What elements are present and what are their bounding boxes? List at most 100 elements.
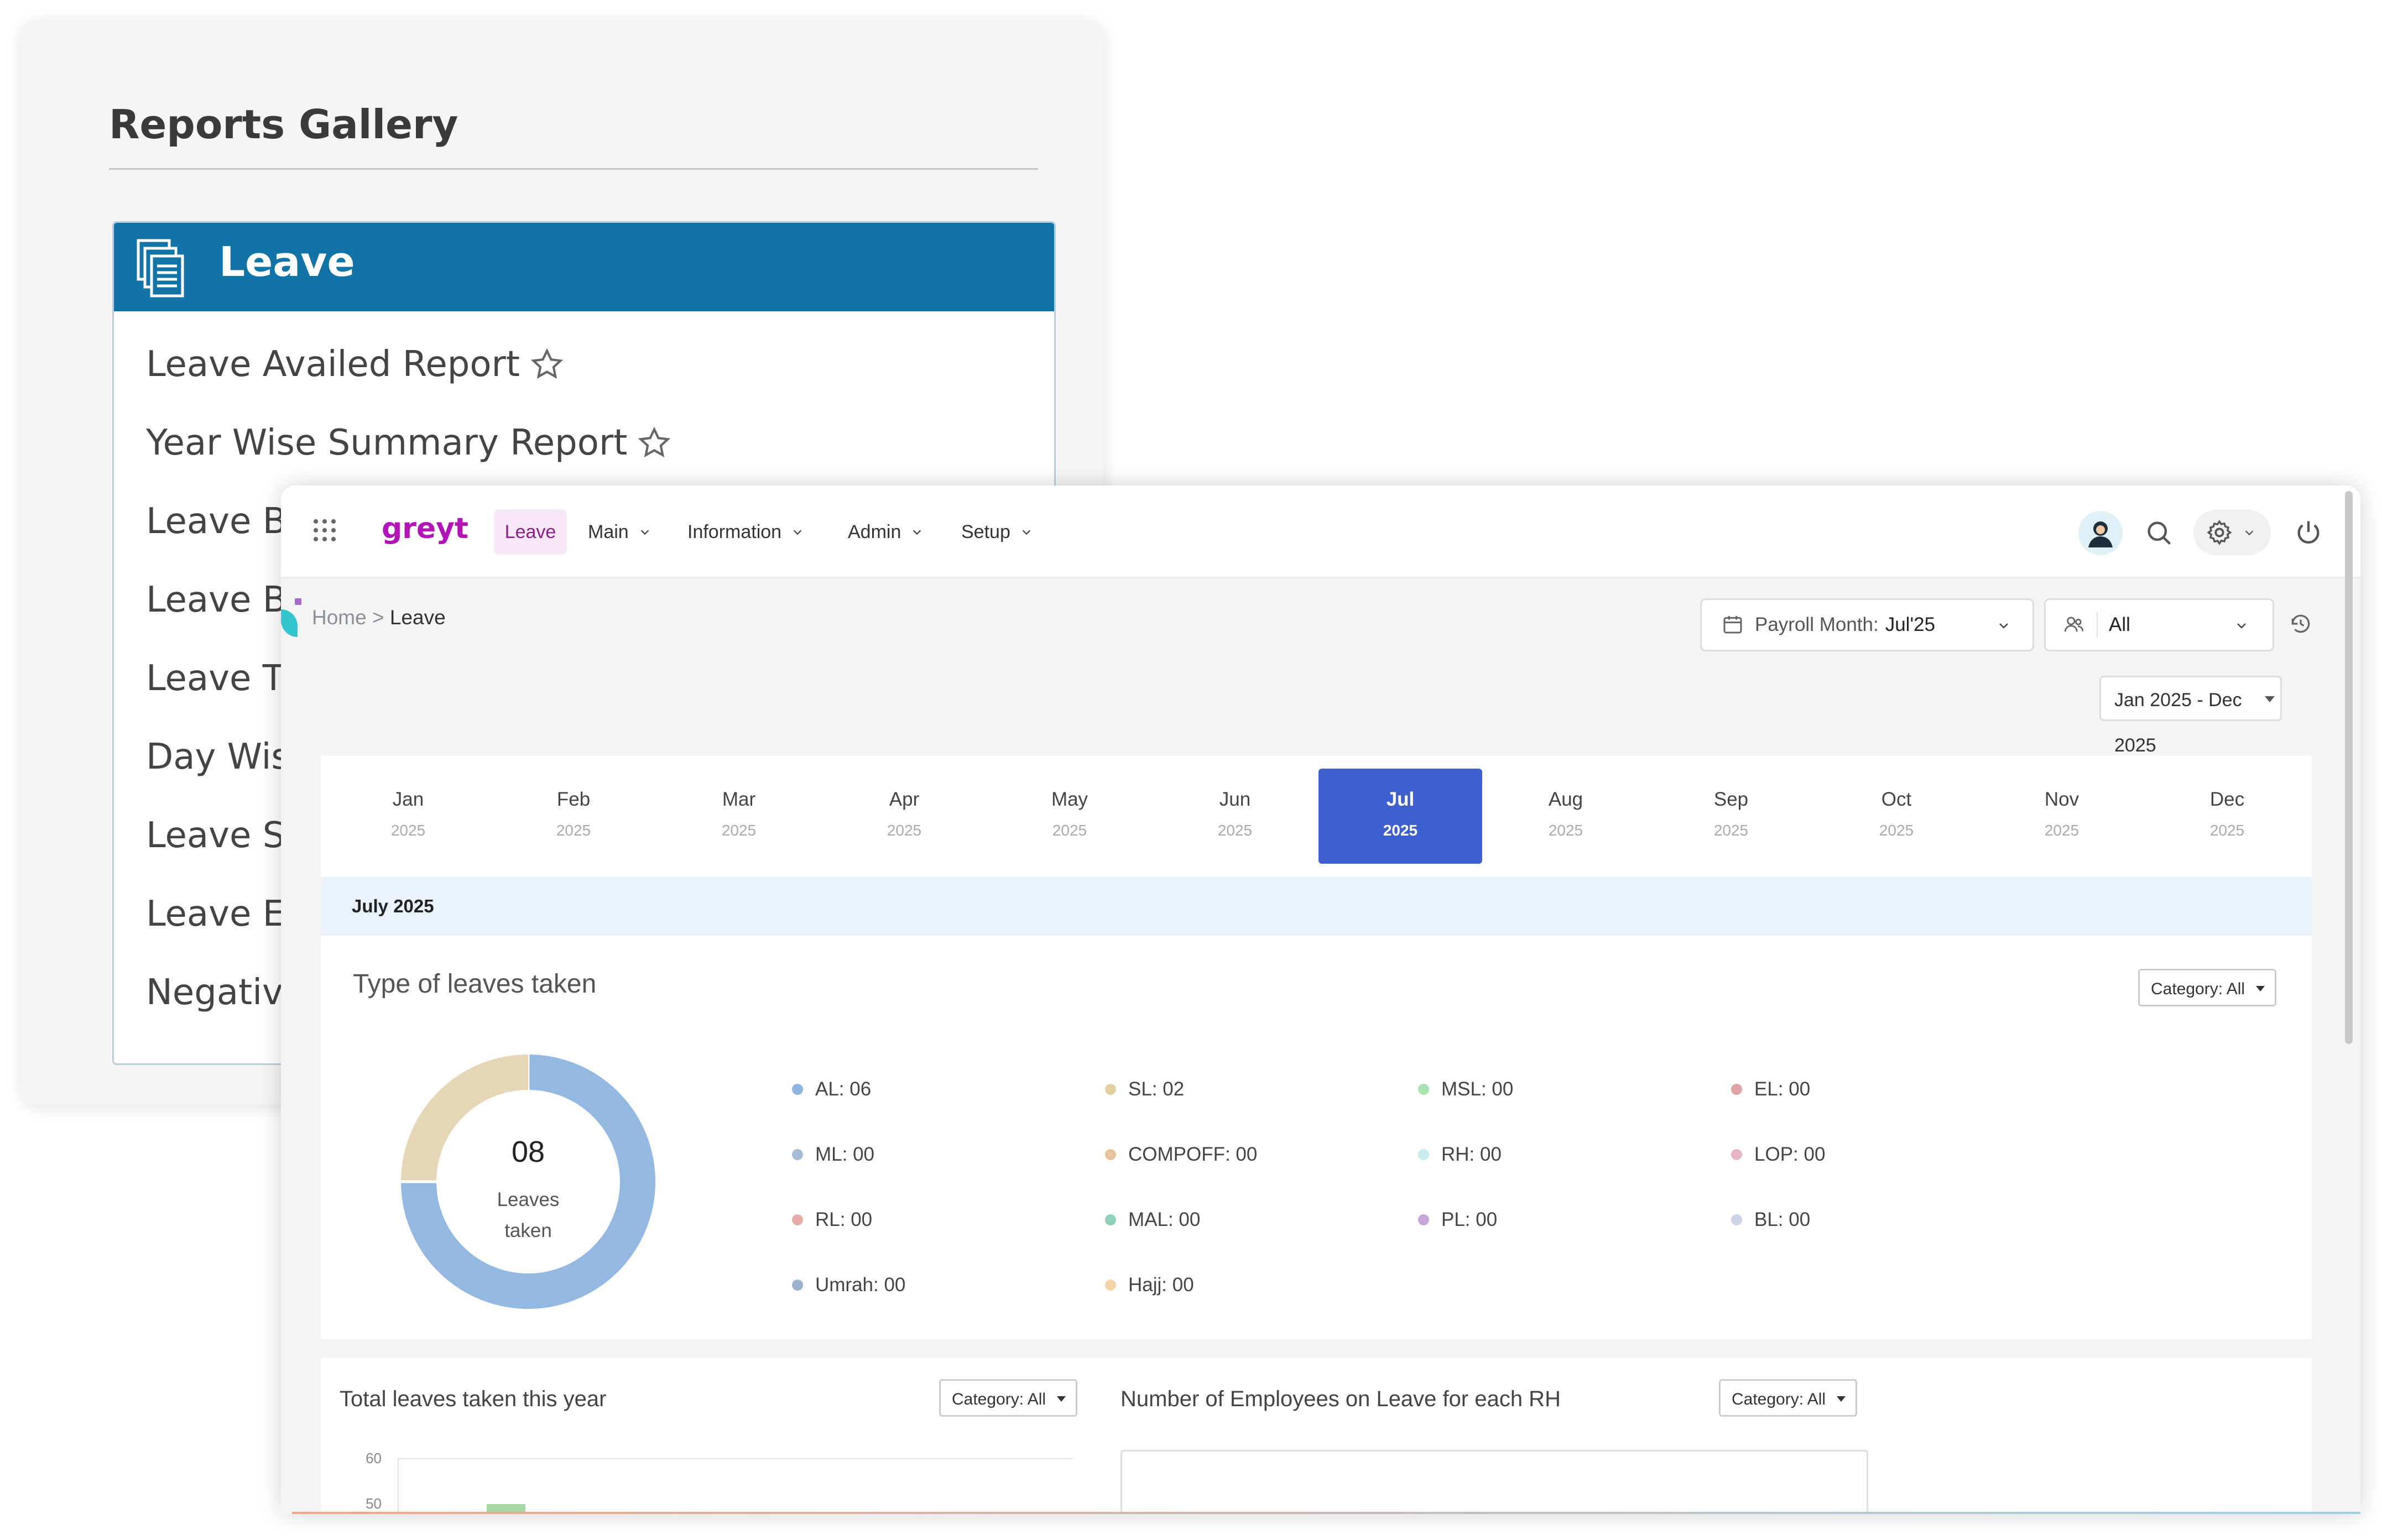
payroll-month-label: Payroll Month: xyxy=(1755,614,1879,635)
greyt-logo[interactable]: greyt xyxy=(382,512,468,545)
vertical-scrollbar[interactable] xyxy=(2345,491,2353,1044)
month-name[interactable]: Jan xyxy=(326,789,490,811)
month-name[interactable]: Dec xyxy=(2145,789,2309,811)
leaves-donut-chart xyxy=(401,1054,655,1309)
decorative-leaf xyxy=(281,609,298,637)
nav-admin-label[interactable]: Admin xyxy=(848,509,901,555)
legend-dot xyxy=(1418,1214,1429,1225)
month-year[interactable]: 2025 xyxy=(1318,822,1482,839)
payroll-month-text: Payroll Month: Jul'25 xyxy=(1755,600,1935,650)
apps-grid-icon[interactable] xyxy=(313,519,336,542)
month-name[interactable]: Sep xyxy=(1649,789,1813,811)
legend-item-bl: BL: 00 xyxy=(1731,1209,1810,1231)
legend-label: RH: 00 xyxy=(1441,1144,1502,1165)
month-tab-may[interactable]: May 2025 xyxy=(988,769,1151,864)
history-icon[interactable] xyxy=(2289,612,2313,636)
caret-down-icon xyxy=(2265,696,2275,702)
month-name[interactable]: Oct xyxy=(1815,789,1978,811)
report-item-label[interactable]: Leave Availed Report xyxy=(146,325,520,404)
star-icon[interactable] xyxy=(637,426,671,460)
breadcrumb-separator: > xyxy=(372,606,384,629)
nav-information-label[interactable]: Information xyxy=(687,509,781,555)
month-year[interactable]: 2025 xyxy=(822,822,986,839)
report-item[interactable]: Leave Availed Report xyxy=(146,325,680,404)
month-year[interactable]: 2025 xyxy=(2145,822,2309,839)
avatar[interactable] xyxy=(2078,511,2123,555)
legend-item-compoff: COMPOFF: 00 xyxy=(1105,1144,1257,1166)
month-name[interactable]: Jul xyxy=(1318,789,1482,811)
month-tab-aug[interactable]: Aug 2025 xyxy=(1484,769,1648,864)
documents-icon xyxy=(137,239,184,297)
legend-item-sl: SL: 02 xyxy=(1105,1078,1184,1100)
month-year[interactable]: 2025 xyxy=(492,822,655,839)
report-item-label[interactable]: Year Wise Summary Report xyxy=(146,404,627,482)
month-tab-apr[interactable]: Apr 2025 xyxy=(822,769,986,864)
legend-item-pl: PL: 00 xyxy=(1418,1209,1497,1231)
settings-menu-button[interactable] xyxy=(2193,510,2271,555)
nav-leave-tab[interactable]: Leave xyxy=(494,509,567,555)
legend-label: BL: 00 xyxy=(1754,1209,1811,1230)
legend-dot xyxy=(1418,1084,1429,1095)
nav-main-menu[interactable]: Main xyxy=(588,509,651,555)
legend-item-el: EL: 00 xyxy=(1731,1078,1810,1100)
nav-setup-label[interactable]: Setup xyxy=(961,509,1010,555)
legend-label: PL: 00 xyxy=(1441,1209,1498,1230)
month-name[interactable]: Feb xyxy=(492,789,655,811)
nav-information-menu[interactable]: Information xyxy=(687,509,804,555)
search-icon[interactable] xyxy=(2145,519,2173,547)
month-name[interactable]: Nov xyxy=(1980,789,2144,811)
month-year[interactable]: 2025 xyxy=(1649,822,1813,839)
chevron-down-icon xyxy=(793,530,802,535)
month-name[interactable]: Jun xyxy=(1153,789,1317,811)
nav-setup-menu[interactable]: Setup xyxy=(961,509,1033,555)
month-year[interactable]: 2025 xyxy=(657,822,821,839)
legend-label: COMPOFF: 00 xyxy=(1128,1144,1258,1165)
nav-main-label[interactable]: Main xyxy=(588,509,629,555)
user-avatar-icon xyxy=(2088,521,2113,547)
power-icon[interactable] xyxy=(2294,518,2323,546)
employee-filter-value: All xyxy=(2109,614,2130,635)
month-year[interactable]: 2025 xyxy=(1980,822,2144,839)
legend-dot xyxy=(792,1214,803,1225)
month-name[interactable]: May xyxy=(988,789,1151,811)
rh-chart-area xyxy=(1120,1450,1868,1514)
month-tab-oct[interactable]: Oct 2025 xyxy=(1815,769,1978,864)
month-year[interactable]: 2025 xyxy=(988,822,1151,839)
star-icon[interactable] xyxy=(530,347,564,382)
legend-dot xyxy=(1418,1149,1429,1160)
month-year[interactable]: 2025 xyxy=(1815,822,1978,839)
date-range-select[interactable]: Jan 2025 - Dec 2025 xyxy=(2099,676,2282,756)
report-item[interactable]: Year Wise Summary Report xyxy=(146,404,680,482)
month-tab-jun[interactable]: Jun 2025 xyxy=(1153,769,1317,864)
rh-employees-title: Number of Employees on Leave for each RH xyxy=(1120,1387,1561,1411)
category-filter-button[interactable]: Category: All xyxy=(2138,969,2277,1006)
month-tab-sep[interactable]: Sep 2025 xyxy=(1649,769,1813,864)
nav-admin-menu[interactable]: Admin xyxy=(848,509,923,555)
calendar-icon xyxy=(1723,616,1742,634)
month-name[interactable]: Apr xyxy=(822,789,986,811)
month-year[interactable]: 2025 xyxy=(326,822,490,839)
month-name[interactable]: Aug xyxy=(1484,789,1648,811)
month-tab-jan[interactable]: Jan 2025 xyxy=(326,769,490,864)
month-tab-jul[interactable]: Jul 2025 xyxy=(1318,769,1482,864)
employee-filter-select[interactable]: All xyxy=(2044,598,2274,651)
type-of-leaves-card: Type of leaves taken Category: All 08 Le… xyxy=(321,936,2312,1339)
month-tab-dec[interactable]: Dec 2025 xyxy=(2145,769,2309,864)
legend-dot xyxy=(792,1280,803,1291)
month-name[interactable]: Mar xyxy=(657,789,821,811)
month-tab-nov[interactable]: Nov 2025 xyxy=(1980,769,2144,864)
date-range-value: Jan 2025 - Dec 2025 xyxy=(2114,690,2242,756)
month-tab-mar[interactable]: Mar 2025 xyxy=(657,769,821,864)
leave-section-label: Leave xyxy=(219,238,355,286)
month-year[interactable]: 2025 xyxy=(1153,822,1317,839)
category-filter-label: Category: All xyxy=(952,1390,1046,1408)
rh-category-button[interactable]: Category: All xyxy=(1719,1379,1858,1417)
payroll-month-select[interactable]: Payroll Month: Jul'25 xyxy=(1700,598,2034,651)
type-of-leaves-title: Type of leaves taken xyxy=(353,969,597,999)
month-year[interactable]: 2025 xyxy=(1484,822,1648,839)
legend-item-ml: ML: 00 xyxy=(792,1144,874,1166)
legend-label: Hajj: 00 xyxy=(1128,1274,1194,1296)
total-leaves-category-button[interactable]: Category: All xyxy=(939,1379,1078,1417)
breadcrumb-home[interactable]: Home xyxy=(312,606,367,629)
month-tab-feb[interactable]: Feb 2025 xyxy=(492,769,655,864)
